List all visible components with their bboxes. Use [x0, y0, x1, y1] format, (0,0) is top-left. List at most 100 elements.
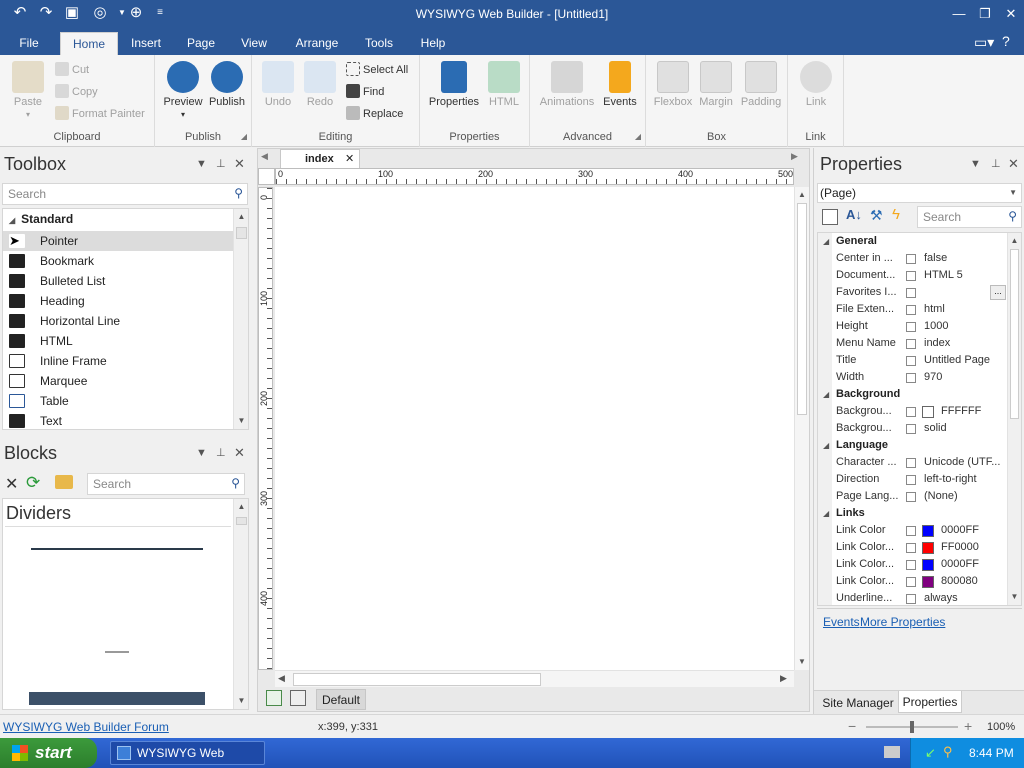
help-icon[interactable]: ?: [1002, 33, 1010, 49]
tab-scroll-left-icon[interactable]: ◀: [261, 151, 268, 162]
property-row[interactable]: Document... HTML 5: [818, 267, 1008, 284]
property-row[interactable]: Page Lang... (None): [818, 488, 1008, 505]
toolbox-item-heading[interactable]: Heading: [3, 291, 235, 311]
categorized-icon[interactable]: [822, 209, 838, 225]
keyboard-icon[interactable]: [884, 746, 900, 758]
property-checkbox[interactable]: [906, 288, 916, 298]
paste-button[interactable]: Paste ▾: [8, 61, 48, 120]
refresh-icon[interactable]: ⟳: [26, 473, 40, 493]
tab-view[interactable]: View: [232, 32, 276, 55]
property-row[interactable]: Favorites I......: [818, 284, 1008, 301]
margin-button[interactable]: Margin: [696, 61, 736, 108]
zoom-slider[interactable]: [866, 721, 958, 733]
property-checkbox[interactable]: [906, 560, 916, 570]
property-row[interactable]: Link Color 0000FF: [818, 522, 1008, 539]
property-value[interactable]: 0000FF: [941, 556, 979, 573]
divider-block-text[interactable]: [105, 651, 129, 653]
property-checkbox[interactable]: [906, 339, 916, 349]
property-checkbox[interactable]: [906, 577, 916, 587]
property-row[interactable]: Link Color... 800080: [818, 573, 1008, 590]
property-checkbox[interactable]: [906, 305, 916, 315]
property-value[interactable]: 800080: [941, 573, 978, 590]
scroll-thumb[interactable]: [236, 227, 247, 239]
tab-file[interactable]: File: [8, 32, 50, 55]
property-value[interactable]: false: [924, 250, 947, 267]
property-row[interactable]: Backgrou... FFFFFF: [818, 403, 1008, 420]
page-canvas[interactable]: [275, 187, 794, 670]
document-tab-index[interactable]: index ✕: [280, 149, 360, 168]
scroll-down-icon[interactable]: ▼: [795, 654, 809, 670]
wrench-icon[interactable]: ⚒: [870, 207, 883, 224]
tab-home[interactable]: Home: [60, 32, 118, 55]
collapse-icon[interactable]: ◢: [823, 386, 829, 403]
restore-button[interactable]: ❐: [972, 4, 998, 24]
find-button[interactable]: Find: [346, 83, 384, 101]
scroll-left-icon[interactable]: ◀: [278, 673, 285, 684]
redo-button[interactable]: Redo: [300, 61, 340, 108]
tab-site-manager[interactable]: Site Manager: [818, 693, 898, 713]
property-row[interactable]: Title Untitled Page: [818, 352, 1008, 369]
property-row[interactable]: File Exten... html: [818, 301, 1008, 318]
canvas-vertical-scrollbar[interactable]: ▲ ▼: [794, 187, 809, 670]
close-icon[interactable]: ✕: [1008, 156, 1019, 172]
browse-button[interactable]: ...: [990, 285, 1006, 300]
minimize-button[interactable]: —: [946, 4, 972, 24]
format-painter-button[interactable]: Format Painter: [55, 105, 145, 123]
property-value[interactable]: FF0000: [941, 539, 979, 556]
property-checkbox[interactable]: [906, 356, 916, 366]
collapse-icon[interactable]: ◢: [823, 233, 829, 250]
network-icon[interactable]: ↙: [925, 745, 936, 761]
property-row[interactable]: Backgrou... solid: [818, 420, 1008, 437]
tab-scroll-right-icon[interactable]: ▶: [791, 151, 798, 162]
property-value[interactable]: HTML 5: [924, 267, 963, 284]
dropdown-icon[interactable]: ▼: [196, 158, 207, 170]
animations-button[interactable]: Animations: [536, 61, 598, 108]
tab-arrange[interactable]: Arrange: [288, 32, 346, 55]
property-value[interactable]: 0000FF: [941, 522, 979, 539]
property-checkbox[interactable]: [906, 424, 916, 434]
close-button[interactable]: ✕: [998, 4, 1024, 24]
scroll-down-icon[interactable]: ▼: [234, 693, 248, 709]
collapse-icon[interactable]: ◢: [823, 437, 829, 454]
toolbox-item-marquee[interactable]: Marquee: [3, 371, 235, 391]
folder-icon[interactable]: [55, 475, 73, 489]
zoom-in-icon[interactable]: +: [964, 718, 972, 734]
property-checkbox[interactable]: [906, 543, 916, 553]
color-swatch[interactable]: [922, 525, 934, 537]
property-checkbox[interactable]: [906, 475, 916, 485]
property-row[interactable]: Center in ... false: [818, 250, 1008, 267]
property-row[interactable]: Link Color... FF0000: [818, 539, 1008, 556]
events-button[interactable]: Events: [600, 61, 640, 108]
events-lightning-icon[interactable]: ϟ: [892, 206, 900, 223]
dialog-launcher-icon[interactable]: ◢: [241, 132, 247, 141]
zoom-out-icon[interactable]: −: [848, 718, 856, 734]
scroll-down-icon[interactable]: ▼: [234, 413, 248, 429]
start-button[interactable]: start: [0, 738, 97, 768]
property-value[interactable]: solid: [924, 420, 947, 437]
property-checkbox[interactable]: [906, 373, 916, 383]
property-section-header[interactable]: ◢ Background: [818, 386, 1008, 403]
window-layout-icon[interactable]: ▭▾: [974, 34, 994, 51]
toolbox-item-bookmark[interactable]: Bookmark: [3, 251, 235, 271]
tab-help[interactable]: Help: [412, 32, 454, 55]
more-properties-link[interactable]: More Properties: [860, 615, 945, 629]
search-icon[interactable]: ⚲: [943, 744, 953, 760]
property-value[interactable]: 1000: [924, 318, 948, 335]
zoom-slider-handle[interactable]: [910, 721, 914, 733]
add-page-icon[interactable]: [266, 690, 282, 706]
scroll-thumb[interactable]: [797, 203, 807, 415]
delete-icon[interactable]: ✕: [5, 474, 18, 494]
sort-az-icon[interactable]: A↓: [846, 207, 862, 222]
property-section-header[interactable]: ◢ Links: [818, 505, 1008, 522]
close-tab-icon[interactable]: ✕: [345, 150, 354, 168]
divider-block-bar[interactable]: [29, 692, 205, 705]
property-value[interactable]: Unicode (UTF...: [924, 454, 1000, 471]
property-row[interactable]: Height 1000: [818, 318, 1008, 335]
property-section-header[interactable]: ◢ Language: [818, 437, 1008, 454]
color-swatch[interactable]: [922, 542, 934, 554]
link-button[interactable]: Link: [796, 61, 836, 108]
dropdown-icon[interactable]: ▼: [970, 158, 981, 170]
view-tab-default[interactable]: Default: [316, 689, 366, 710]
property-checkbox[interactable]: [906, 271, 916, 281]
scroll-up-icon[interactable]: ▲: [234, 499, 248, 515]
